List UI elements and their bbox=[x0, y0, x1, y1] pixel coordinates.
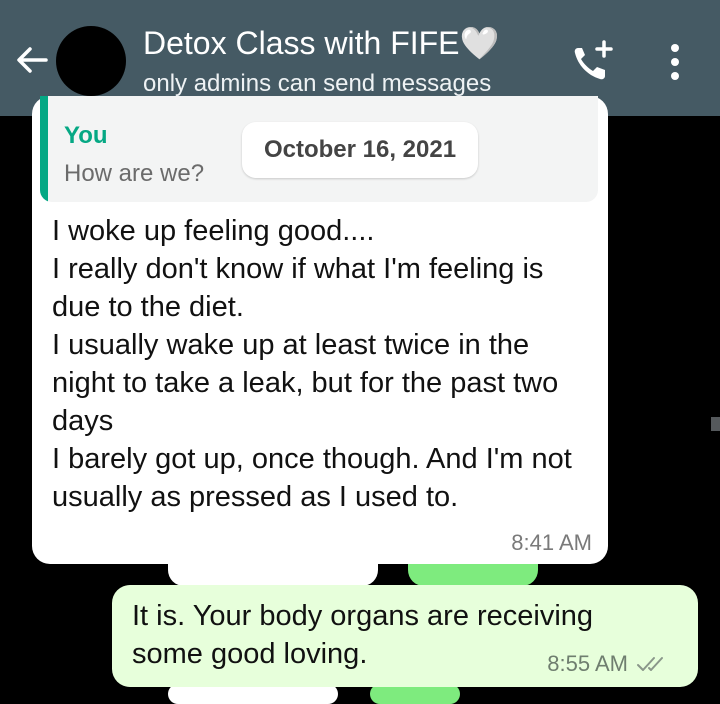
message-time: 8:41 AM bbox=[511, 530, 592, 555]
quote-author: You bbox=[64, 122, 108, 149]
message-time: 8:55 AM bbox=[547, 651, 628, 676]
arrow-left-icon[interactable] bbox=[12, 40, 52, 80]
scroll-indicator[interactable] bbox=[711, 417, 720, 431]
chat-title[interactable]: Detox Class with FIFE🤍 bbox=[143, 24, 499, 62]
chat-subtitle: only admins can send messages bbox=[143, 70, 492, 97]
outgoing-message-bubble[interactable]: It is. Your body organs are receiving so… bbox=[112, 585, 698, 687]
quote-text: How are we? bbox=[64, 160, 205, 187]
partial-message-bubble bbox=[370, 684, 460, 704]
message-meta: 8:55 AM bbox=[547, 651, 670, 677]
more-vert-icon[interactable] bbox=[660, 42, 690, 82]
quote-accent-bar bbox=[40, 96, 48, 202]
double-check-icon bbox=[637, 657, 663, 671]
avatar[interactable] bbox=[56, 26, 126, 96]
add-call-icon[interactable] bbox=[568, 40, 618, 86]
date-divider: October 16, 2021 bbox=[242, 122, 478, 178]
partial-message-bubble bbox=[168, 684, 338, 704]
message-text: I woke up feeling good.... I really don'… bbox=[52, 215, 572, 513]
